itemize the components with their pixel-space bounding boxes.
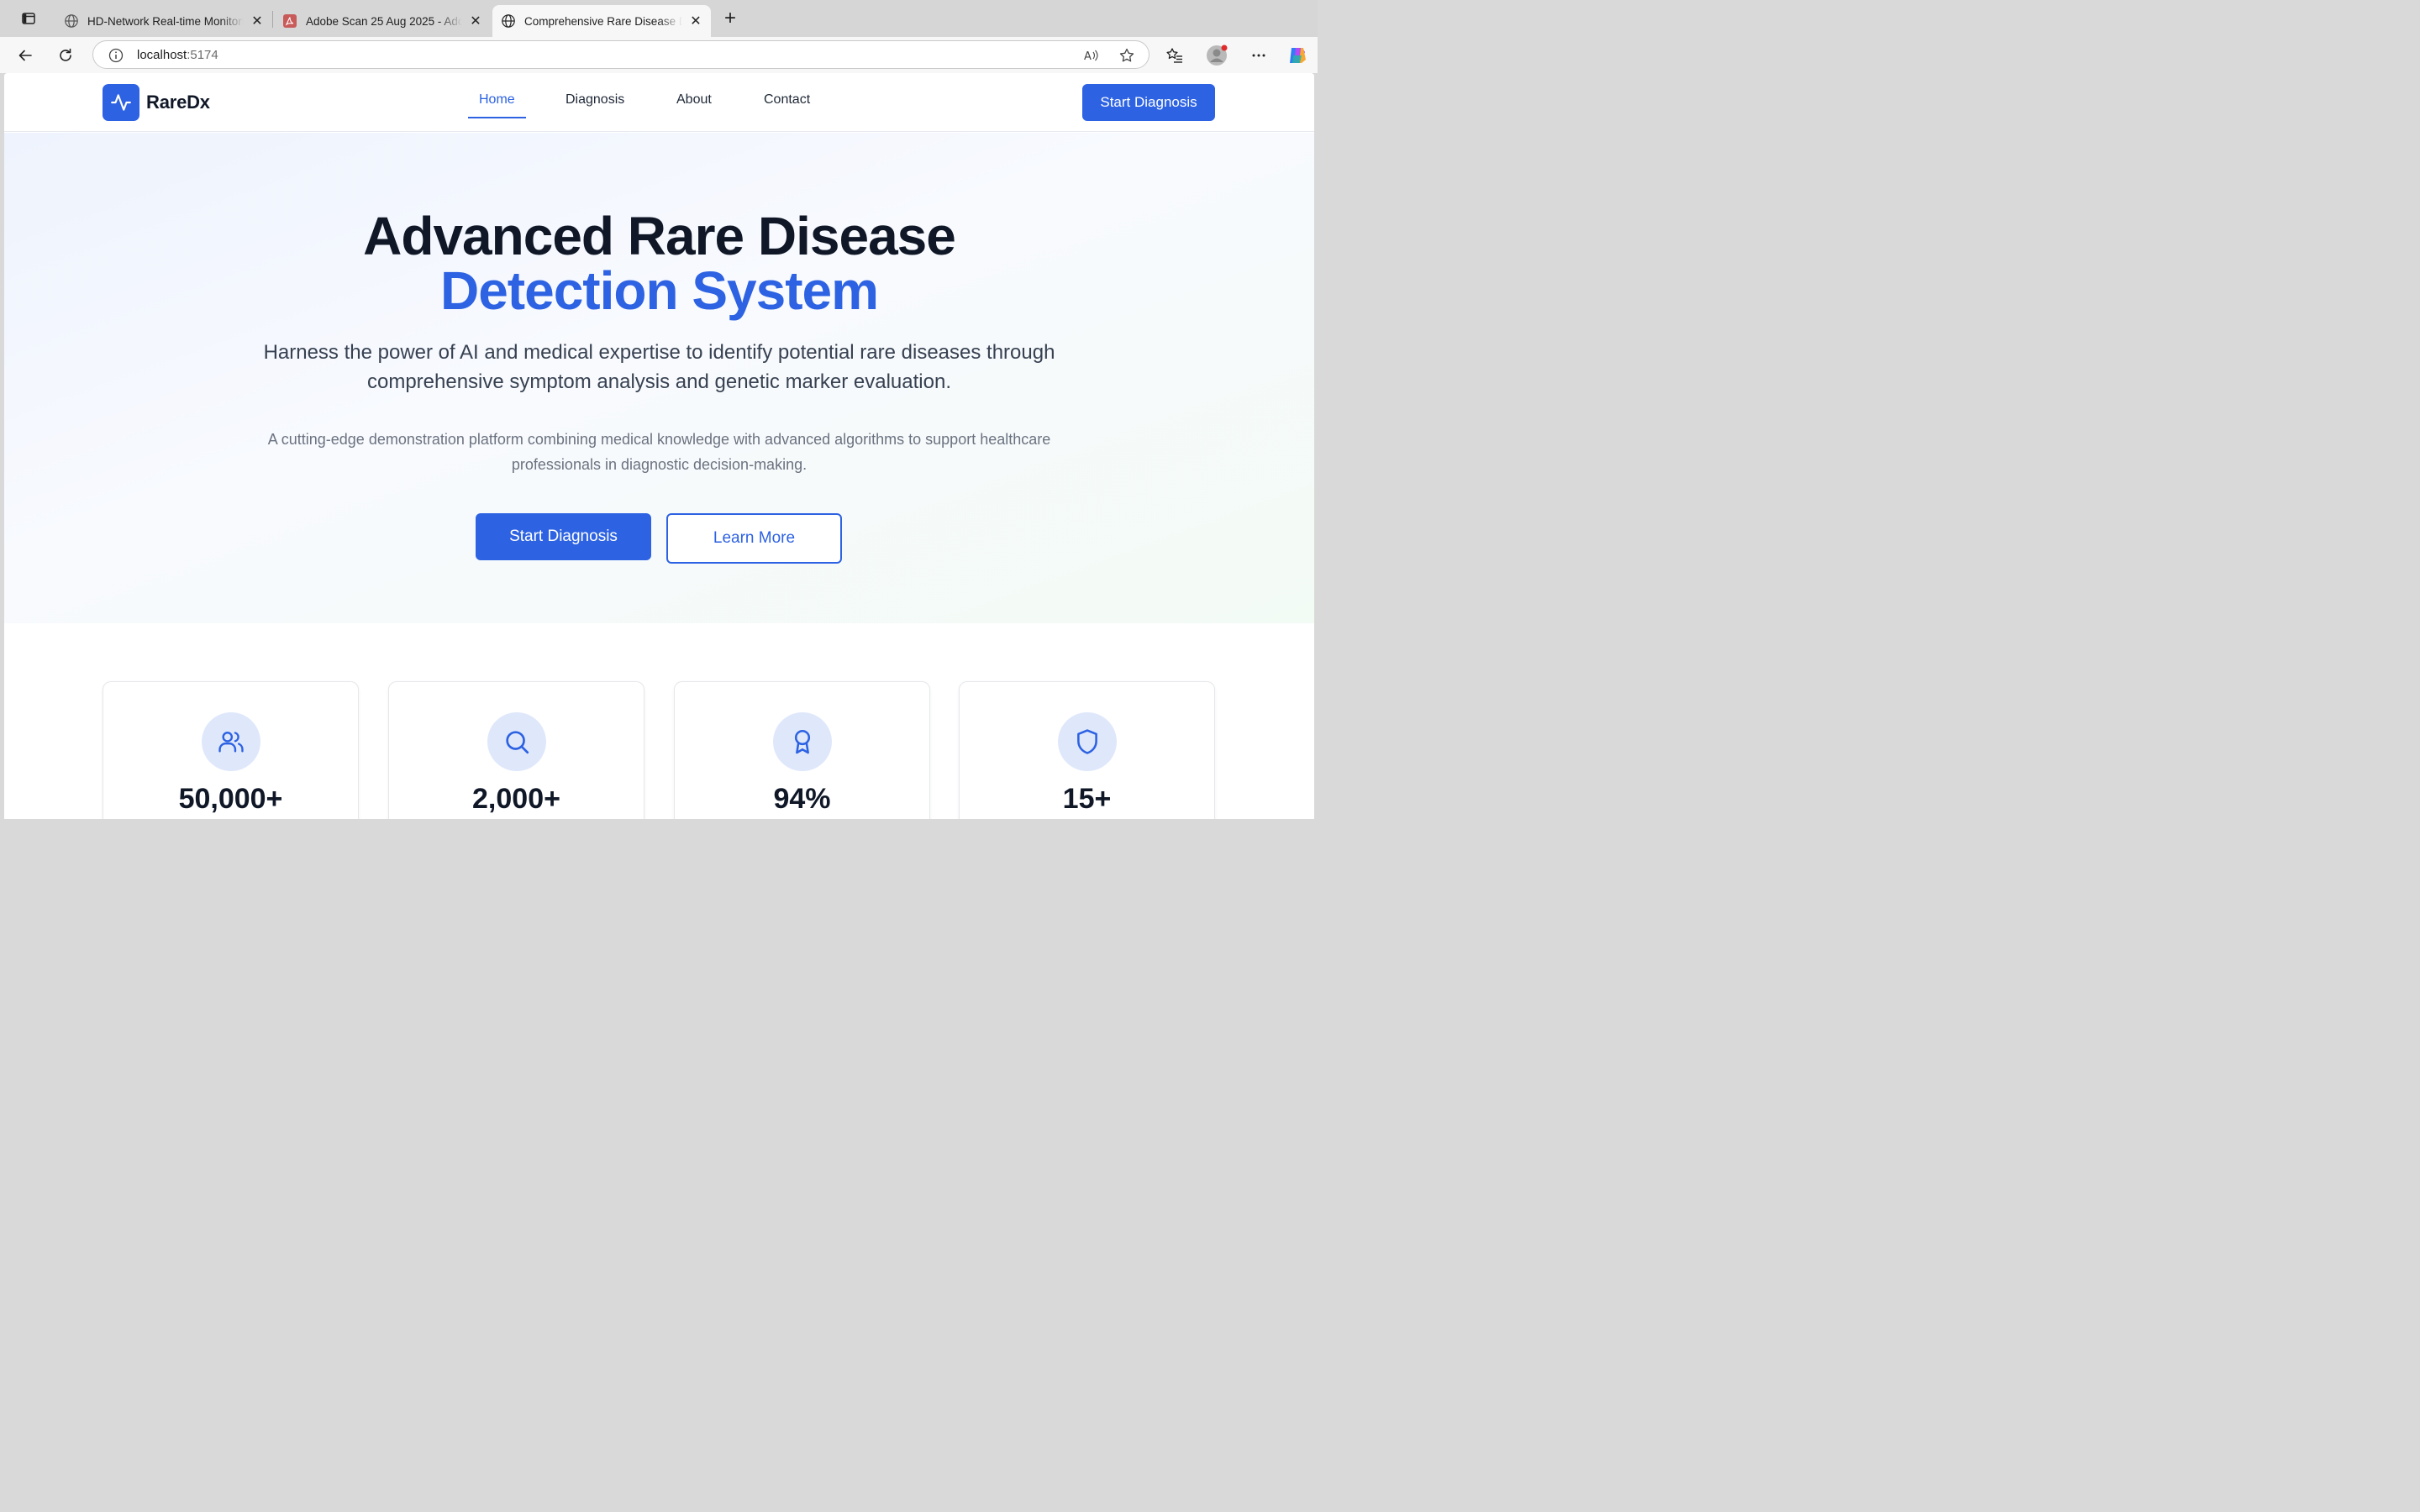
start-diagnosis-button[interactable]: Start Diagnosis — [476, 513, 651, 560]
favorites-button[interactable] — [1163, 44, 1186, 67]
copilot-icon — [1290, 48, 1306, 63]
logo[interactable] — [103, 84, 139, 121]
hero-section: Advanced Rare Disease Detection System H… — [4, 133, 1314, 623]
browser-tab-3-active[interactable]: Comprehensive Rare Disease Diagnosis ✕ — [492, 5, 711, 37]
shield-icon — [1077, 729, 1097, 754]
browser-tab-strip: HD-Network Real-time Monitoring ✕ Adobe … — [0, 0, 1318, 37]
favorite-star-icon[interactable] — [1118, 47, 1135, 64]
learn-more-button[interactable]: Learn More — [666, 513, 842, 564]
globe-icon — [501, 13, 516, 29]
activity-pulse-icon — [111, 94, 131, 111]
back-arrow-icon — [18, 50, 32, 61]
browser-tab-1[interactable]: HD-Network Real-time Monitoring ✕ — [55, 5, 272, 37]
stat-card: 2,000+ — [388, 681, 644, 819]
tab-title: Comprehensive Rare Disease Diagnosis — [524, 14, 682, 28]
stat-value: 15+ — [1062, 783, 1112, 815]
page-viewport: RareDx Home Diagnosis About Contact Star… — [4, 73, 1314, 819]
pdf-icon — [282, 13, 297, 29]
avatar-icon — [1207, 45, 1228, 66]
stat-value: 94% — [773, 783, 831, 815]
nav-about[interactable]: About — [676, 92, 712, 108]
stat-value: 50,000+ — [178, 783, 283, 815]
close-tab-icon[interactable]: ✕ — [469, 14, 482, 29]
stat-icon-circle — [1058, 712, 1117, 771]
brand-name[interactable]: RareDx — [146, 92, 210, 113]
stat-icon-circle — [773, 712, 832, 771]
back-button[interactable] — [13, 44, 37, 67]
hero-lead-text: Harness the power of AI and medical expe… — [263, 341, 1055, 393]
address-bar[interactable]: localhost:5174 A — [92, 40, 1150, 69]
nav-active-indicator — [468, 117, 526, 118]
sidebar-layout-icon — [22, 13, 35, 24]
tab-title: Adobe Scan 25 Aug 2025 - Adobe Acrobat — [306, 14, 462, 28]
hero-title-line1: Advanced Rare Disease — [363, 206, 956, 266]
nav-home[interactable]: Home — [479, 92, 515, 108]
stat-card: 94% — [674, 681, 930, 819]
close-tab-icon[interactable]: ✕ — [250, 14, 264, 29]
award-icon — [794, 729, 811, 754]
nav-diagnosis[interactable]: Diagnosis — [566, 92, 624, 108]
stat-icon-circle — [202, 712, 260, 771]
favorites-list-icon — [1166, 48, 1182, 63]
tab-title: HD-Network Real-time Monitoring — [87, 14, 244, 28]
read-aloud-icon[interactable]: A — [1083, 47, 1100, 64]
copilot-button[interactable] — [1286, 44, 1309, 67]
svg-text:A: A — [1084, 50, 1092, 63]
stat-icon-circle — [487, 712, 546, 771]
tab-separator — [272, 11, 273, 28]
profile-button[interactable] — [1205, 44, 1228, 67]
new-tab-button[interactable]: + — [719, 7, 741, 29]
site-header: RareDx Home Diagnosis About Contact Star… — [4, 73, 1314, 132]
hero-sub-text: A cutting-edge demonstration platform co… — [267, 431, 1051, 473]
more-dots-icon — [1252, 54, 1265, 57]
stat-value: 2,000+ — [472, 783, 560, 815]
header-start-diagnosis-button[interactable]: Start Diagnosis — [1082, 84, 1215, 121]
tab-actions-button[interactable] — [18, 8, 39, 29]
browser-tab-2[interactable]: Adobe Scan 25 Aug 2025 - Adobe Acrobat ✕ — [274, 5, 491, 37]
reload-button[interactable] — [54, 44, 77, 67]
search-icon — [506, 731, 529, 754]
more-menu-button[interactable] — [1247, 44, 1270, 67]
stat-card: 15+ — [959, 681, 1215, 819]
browser-toolbar: localhost:5174 A — [0, 37, 1318, 73]
close-tab-icon[interactable]: ✕ — [689, 14, 702, 29]
hero-title-line2: Detection System — [439, 260, 879, 321]
site-info-icon[interactable] — [108, 47, 124, 64]
nav-contact[interactable]: Contact — [764, 92, 810, 108]
stat-card: 50,000+ — [103, 681, 359, 819]
url-text: localhost:5174 — [137, 48, 218, 62]
users-icon — [218, 732, 244, 753]
reload-icon — [60, 48, 71, 61]
globe-icon — [64, 13, 79, 29]
